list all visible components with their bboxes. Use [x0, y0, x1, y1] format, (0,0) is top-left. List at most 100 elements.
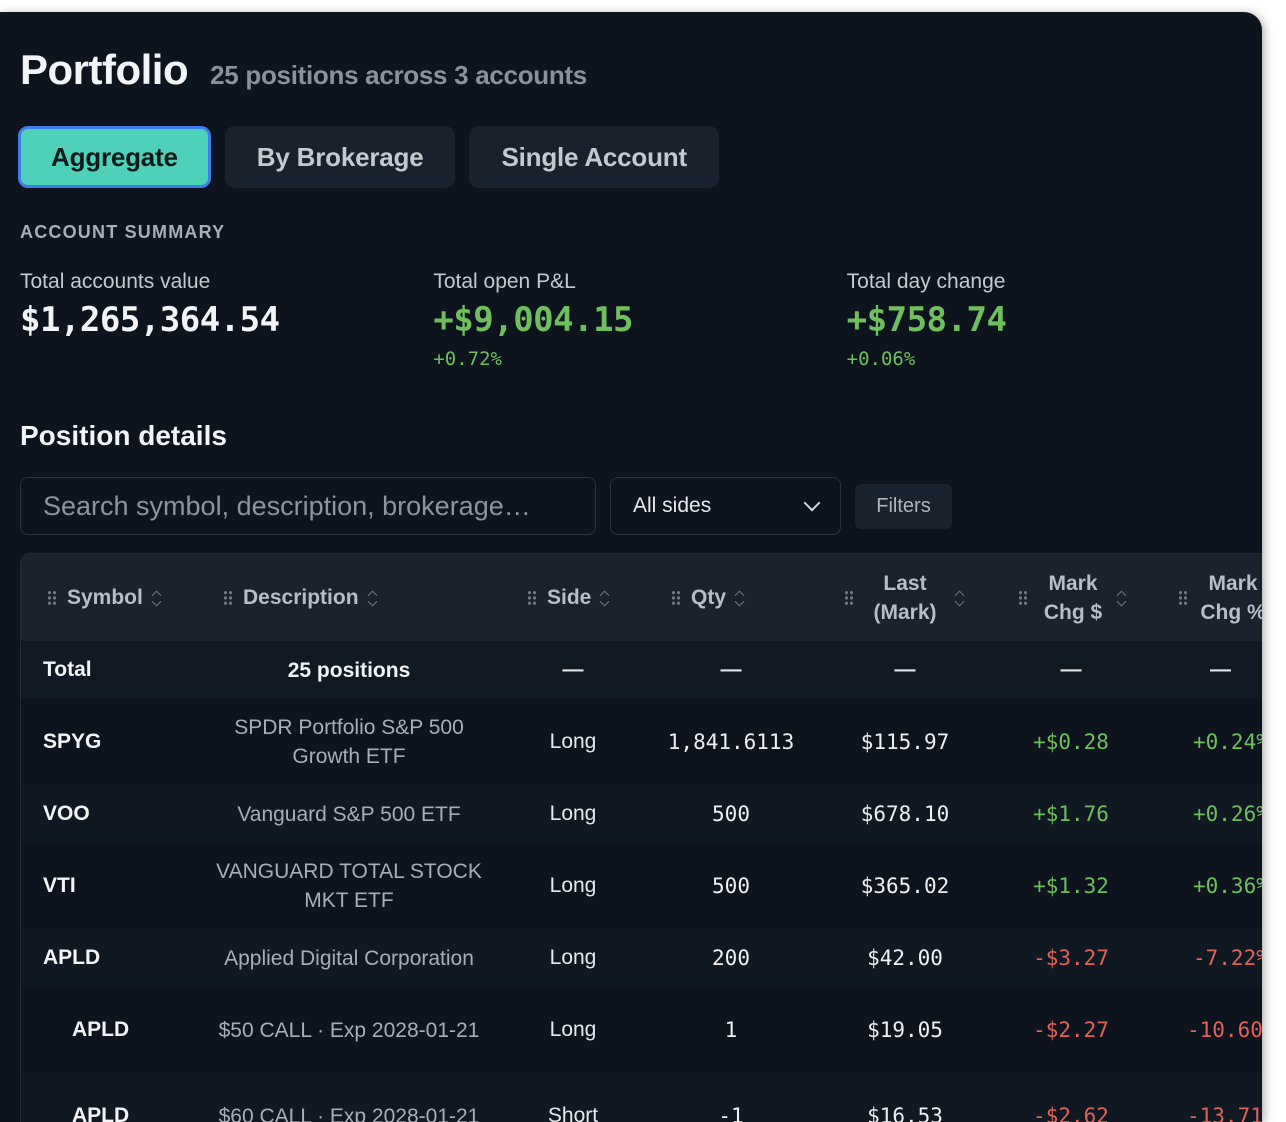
- row-qty: 1,841.6113: [667, 730, 795, 754]
- drag-handle-icon[interactable]: [1018, 589, 1028, 606]
- row-description: $50 CALL · Exp 2028-01-21: [218, 1018, 480, 1042]
- total-chg-pct: —: [1210, 658, 1231, 681]
- row-chg-pct: +0.24%: [1193, 730, 1262, 754]
- row-chg: +$1.76: [1033, 802, 1109, 826]
- table-row-total[interactable]: Total 25 positions — — — — —: [21, 641, 1262, 699]
- row-qty: 500: [712, 874, 750, 898]
- drag-handle-icon[interactable]: [1178, 589, 1188, 606]
- table-row[interactable]: SPYG SPDR Portfolio S&P 500 Growth ETF L…: [21, 699, 1262, 785]
- column-mark-chg[interactable]: Mark Chg $: [1018, 554, 1126, 641]
- drag-handle-icon[interactable]: [223, 589, 233, 606]
- row-chg: -$2.62: [1033, 1104, 1109, 1122]
- drag-handle-icon[interactable]: [844, 589, 854, 606]
- day-change-percent: +0.06%: [846, 348, 916, 370]
- positions-table: Symbol Description Side Qty Last (Mark): [20, 553, 1262, 1122]
- account-summary-label: ACCOUNT SUMMARY: [20, 222, 226, 242]
- row-symbol: APLD: [72, 1018, 130, 1041]
- page-title: Portfolio: [20, 46, 189, 93]
- tab-by-brokerage[interactable]: By Brokerage: [224, 126, 456, 188]
- drag-handle-icon[interactable]: [671, 589, 681, 606]
- row-last: $678.10: [860, 802, 950, 826]
- row-description: Vanguard S&P 500 ETF: [237, 802, 461, 826]
- row-qty: 1: [724, 1018, 738, 1042]
- table-row[interactable]: VTI VANGUARD TOTAL STOCK MKT ETF Long 50…: [21, 843, 1262, 929]
- column-mark-chg-label: Mark Chg $: [1043, 571, 1103, 624]
- total-value-card: Total accounts value $1,265,364.54: [20, 270, 433, 370]
- position-details-title: Position details: [20, 420, 227, 451]
- total-symbol: Total: [43, 658, 92, 681]
- row-side: Long: [549, 874, 597, 897]
- row-chg: +$1.32: [1033, 874, 1109, 898]
- column-description[interactable]: Description: [223, 554, 377, 641]
- column-mark-chg-pct[interactable]: Mark Chg %: [1178, 554, 1262, 641]
- table-header: Symbol Description Side Qty Last (Mark): [21, 554, 1262, 641]
- row-symbol: VOO: [43, 802, 90, 825]
- total-value-amount: $1,265,364.54: [20, 300, 280, 340]
- row-description: $60 CALL · Exp 2028-01-21: [218, 1104, 480, 1122]
- total-chg: —: [1060, 658, 1082, 681]
- row-qty: 500: [712, 802, 750, 826]
- row-last: $365.02: [860, 874, 950, 898]
- column-symbol[interactable]: Symbol: [47, 554, 161, 641]
- sort-icon: [735, 590, 744, 606]
- day-change-amount: +$758.74: [846, 300, 1007, 340]
- column-last-mark[interactable]: Last (Mark): [844, 554, 964, 641]
- row-symbol: APLD: [43, 946, 101, 969]
- filters-button[interactable]: Filters: [855, 484, 952, 529]
- tab-aggregate[interactable]: Aggregate: [18, 126, 211, 188]
- row-description: VANGUARD TOTAL STOCK MKT ETF: [216, 860, 482, 912]
- table-row[interactable]: VOO Vanguard S&P 500 ETF Long 500 $678.1…: [21, 785, 1262, 843]
- column-description-label: Description: [243, 586, 359, 609]
- table-row[interactable]: APLD $50 CALL · Exp 2028-01-21 Long 1 $1…: [21, 987, 1262, 1073]
- column-last-mark-label: Last (Mark): [873, 571, 937, 624]
- side-select[interactable]: All sides: [610, 477, 841, 535]
- page-subtitle: 25 positions across 3 accounts: [210, 60, 587, 90]
- account-summary: Total accounts value $1,265,364.54 Total…: [20, 270, 1260, 370]
- sort-icon: [955, 590, 964, 606]
- row-qty: -1: [718, 1104, 744, 1122]
- row-chg-pct: +0.26%: [1193, 802, 1262, 826]
- row-chg: +$0.28: [1033, 730, 1109, 754]
- row-last: $42.00: [867, 946, 943, 970]
- total-value-label: Total accounts value: [20, 270, 211, 293]
- open-pnl-label: Total open P&L: [433, 270, 576, 293]
- tab-single-account[interactable]: Single Account: [469, 126, 719, 188]
- column-side-label: Side: [547, 586, 592, 609]
- row-side: Long: [549, 730, 597, 753]
- portfolio-panel: Portfolio 25 positions across 3 accounts…: [0, 12, 1262, 1122]
- page-header: Portfolio 25 positions across 3 accounts: [20, 46, 587, 94]
- search-input[interactable]: [20, 477, 596, 535]
- row-side: Long: [549, 1018, 597, 1041]
- row-last: $16.53: [867, 1104, 943, 1122]
- chevron-down-icon: [803, 494, 821, 512]
- column-side[interactable]: Side: [527, 554, 609, 641]
- sort-icon: [152, 590, 161, 606]
- row-symbol: APLD: [72, 1104, 130, 1122]
- side-select-value: All sides: [633, 494, 712, 517]
- row-description: SPDR Portfolio S&P 500 Growth ETF: [234, 716, 464, 768]
- total-side: —: [562, 658, 584, 681]
- row-last: $19.05: [867, 1018, 943, 1042]
- sort-icon: [600, 590, 609, 606]
- row-symbol: VTI: [43, 874, 76, 897]
- drag-handle-icon[interactable]: [527, 589, 537, 606]
- day-change-label: Total day change: [846, 270, 1006, 293]
- row-chg-pct: -7.22%: [1193, 946, 1262, 970]
- row-chg-pct: -10.60%: [1187, 1018, 1262, 1042]
- row-description: Applied Digital Corporation: [224, 946, 474, 970]
- column-mark-chg-pct-label: Mark Chg %: [1200, 571, 1262, 624]
- total-last: —: [894, 658, 916, 681]
- row-qty: 200: [712, 946, 750, 970]
- day-change-card: Total day change +$758.74 +0.06%: [847, 270, 1260, 370]
- open-pnl-percent: +0.72%: [433, 348, 502, 370]
- row-side: Long: [549, 802, 597, 825]
- row-symbol: SPYG: [43, 730, 102, 753]
- drag-handle-icon[interactable]: [47, 589, 57, 606]
- table-row[interactable]: APLD Applied Digital Corporation Long 20…: [21, 929, 1262, 987]
- column-qty[interactable]: Qty: [671, 554, 744, 641]
- total-description: 25 positions: [287, 658, 411, 682]
- table-row[interactable]: APLD $60 CALL · Exp 2028-01-21 Short -1 …: [21, 1073, 1262, 1122]
- view-tabs: Aggregate By Brokerage Single Account: [18, 126, 719, 188]
- row-chg: -$2.27: [1033, 1018, 1109, 1042]
- column-symbol-label: Symbol: [67, 586, 143, 609]
